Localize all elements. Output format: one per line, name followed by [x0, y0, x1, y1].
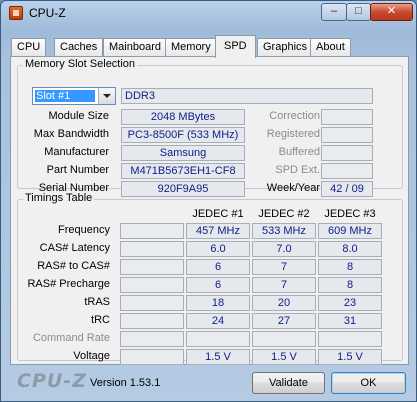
cas-latency-jedec-3: 8.0	[318, 241, 382, 257]
correction-label: Correction	[269, 110, 320, 122]
tab-about[interactable]: About	[310, 38, 351, 57]
frequency-jedec-2: 533 MHz	[252, 223, 316, 239]
ras-to-cas-jedec-3: 8	[318, 259, 382, 275]
maximize-button[interactable]: □	[346, 3, 371, 21]
module-size-value: 2048 MBytes	[121, 109, 245, 125]
cpu-z-app-icon	[9, 6, 23, 20]
voltage-jedec-3: 1.5 V	[318, 349, 382, 365]
max-bandwidth-label: Max Bandwidth	[33, 128, 109, 140]
voltage-label: Voltage	[73, 350, 110, 362]
tab-memory[interactable]: Memory	[165, 38, 217, 57]
registered-label: Registered	[266, 128, 320, 140]
ras-to-cas-jedec-2: 7	[252, 259, 316, 275]
timing-label-spacer	[120, 313, 184, 329]
buffered-label: Buffered	[278, 146, 320, 158]
tab-graphics[interactable]: Graphics	[257, 38, 314, 57]
ras-precharge-label: RAS# Precharge	[27, 278, 110, 290]
timing-label-spacer	[120, 259, 184, 275]
ok-button[interactable]: OK	[331, 372, 406, 394]
spd-panel: Memory Slot Selection Slot #1 DDR3 Modul…	[10, 56, 409, 365]
title-bar[interactable]: CPU-Z – □ ✕	[1, 1, 416, 25]
timings-table-legend: Timings Table	[23, 192, 95, 204]
timing-label-spacer	[120, 241, 184, 257]
minimize-button[interactable]: –	[321, 3, 347, 21]
tab-mainboard[interactable]: Mainboard	[103, 38, 167, 57]
tras-jedec-3: 23	[318, 295, 382, 311]
timing-label-spacer	[120, 223, 184, 239]
version-text: Version 1.53.1	[90, 377, 161, 389]
cas-latency-label: CAS# Latency	[39, 242, 110, 254]
close-button[interactable]: ✕	[370, 3, 413, 21]
memory-type-value: DDR3	[121, 88, 373, 104]
week-year-label: Week/Year	[266, 182, 320, 194]
window-title: CPU-Z	[29, 6, 66, 20]
command-rate-jedec-3	[318, 331, 382, 347]
cpu-z-logo: CPU-Z	[17, 370, 87, 392]
jedec-1-header: JEDEC #1	[192, 208, 244, 220]
jedec-2-header: JEDEC #2	[258, 208, 310, 220]
frequency-jedec-3: 609 MHz	[318, 223, 382, 239]
ras-precharge-jedec-3: 8	[318, 277, 382, 293]
tab-cpu[interactable]: CPU	[11, 38, 47, 57]
max-bandwidth-value: PC3-8500F (533 MHz)	[121, 127, 245, 143]
module-size-label: Module Size	[48, 110, 109, 122]
week-year-value: 42 / 09	[321, 181, 373, 197]
correction-value	[321, 109, 373, 125]
validate-button[interactable]: Validate	[252, 372, 325, 394]
timing-label-spacer	[120, 295, 184, 311]
timing-label-spacer	[120, 331, 184, 347]
cas-latency-jedec-2: 7.0	[252, 241, 316, 257]
tab-caches[interactable]: Caches	[54, 38, 104, 57]
part-number-label: Part Number	[46, 164, 109, 176]
timings-table-group: Timings Table JEDEC #1 JEDEC #2 JEDEC #3…	[17, 192, 403, 365]
tras-jedec-1: 18	[186, 295, 250, 311]
tab-spd[interactable]: SPD	[215, 35, 256, 58]
part-number-value: M471B5673EH1-CF8	[121, 163, 245, 179]
voltage-jedec-1: 1.5 V	[186, 349, 250, 365]
spd-ext-label: SPD Ext.	[275, 164, 320, 176]
ras-precharge-jedec-1: 6	[186, 277, 250, 293]
tras-jedec-2: 20	[252, 295, 316, 311]
voltage-jedec-2: 1.5 V	[252, 349, 316, 365]
trc-jedec-3: 31	[318, 313, 382, 329]
registered-value	[321, 127, 373, 143]
manufacturer-label: Manufacturer	[44, 146, 109, 158]
command-rate-label: Command Rate	[32, 332, 110, 344]
cas-latency-jedec-1: 6.0	[186, 241, 250, 257]
manufacturer-value: Samsung	[121, 145, 245, 161]
trc-jedec-1: 24	[186, 313, 250, 329]
timing-label-spacer	[120, 349, 184, 365]
memory-slot-selection-legend: Memory Slot Selection	[23, 58, 138, 70]
command-rate-jedec-2	[252, 331, 316, 347]
ras-to-cas-label: RAS# to CAS#	[37, 260, 110, 272]
tras-label: tRAS	[84, 296, 110, 308]
memory-slot-selection-group: Memory Slot Selection Slot #1 DDR3 Modul…	[17, 58, 403, 197]
buffered-value	[321, 145, 373, 161]
chevron-down-icon[interactable]	[98, 88, 115, 104]
cpu-z-window: CPU-Z – □ ✕ CPU Caches Mainboard Memory …	[0, 0, 417, 402]
frequency-label: Frequency	[58, 224, 110, 236]
jedec-3-header: JEDEC #3	[324, 208, 376, 220]
spd-ext-value	[321, 163, 373, 179]
slot-select[interactable]: Slot #1	[32, 87, 116, 105]
serial-number-value: 920F9A95	[121, 181, 245, 197]
frequency-jedec-1: 457 MHz	[186, 223, 250, 239]
timing-label-spacer	[120, 277, 184, 293]
trc-label: tRC	[91, 314, 110, 326]
ras-precharge-jedec-2: 7	[252, 277, 316, 293]
trc-jedec-2: 27	[252, 313, 316, 329]
slot-select-value: Slot #1	[35, 90, 95, 102]
ras-to-cas-jedec-1: 6	[186, 259, 250, 275]
command-rate-jedec-1	[186, 331, 250, 347]
